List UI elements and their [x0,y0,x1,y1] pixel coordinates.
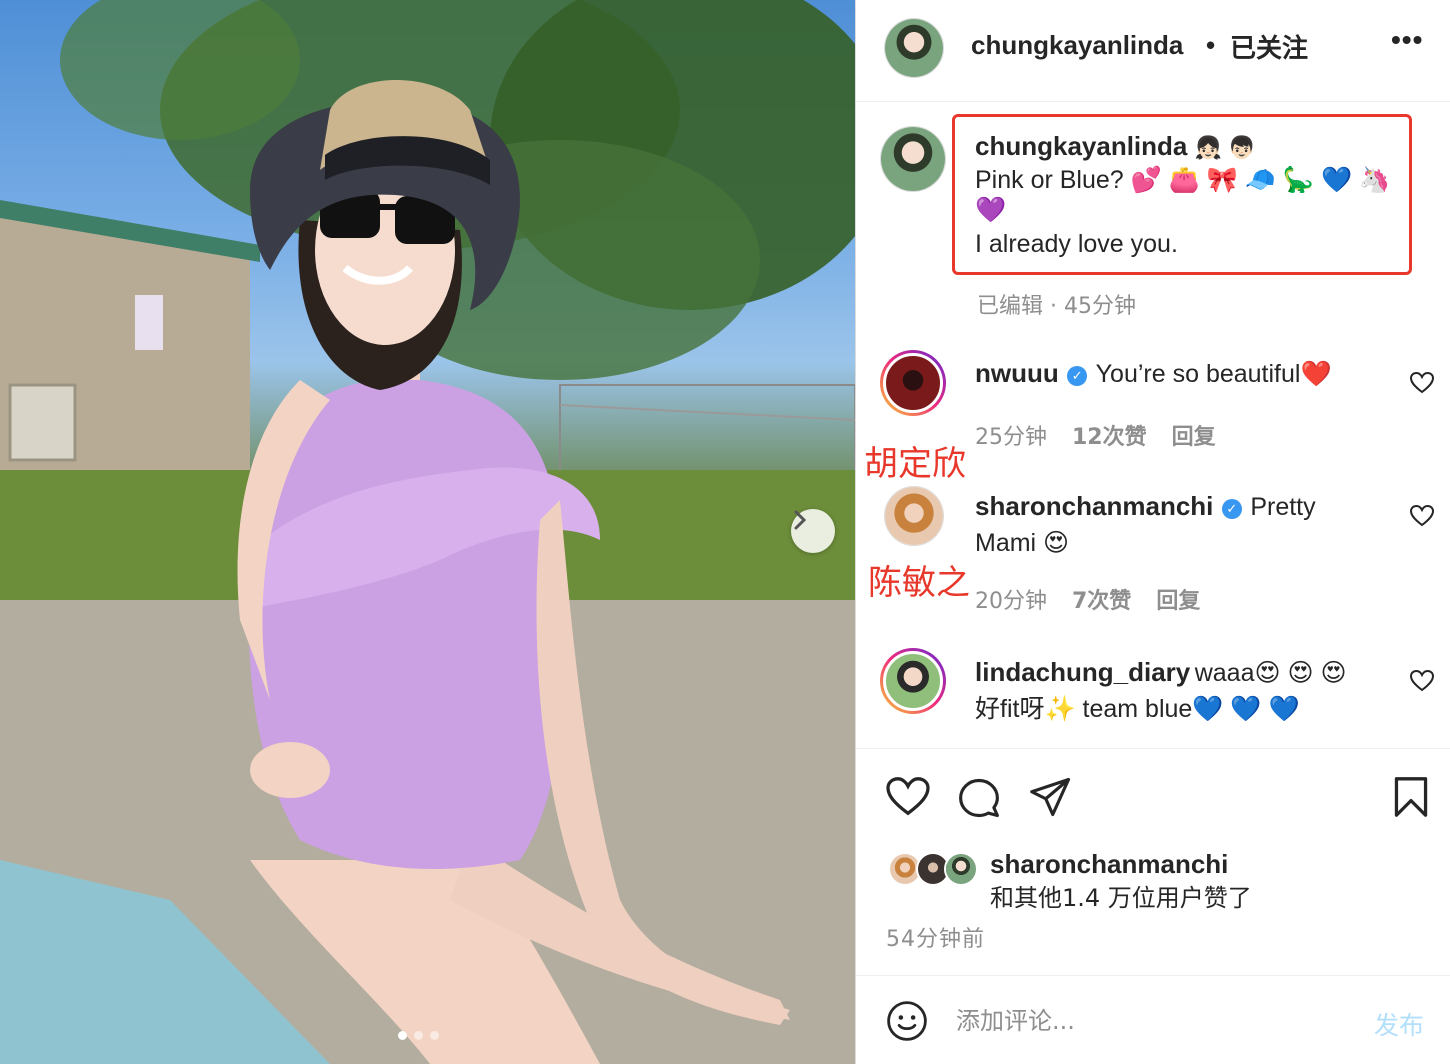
carousel-dot [398,1031,407,1040]
author-username[interactable]: chungkayanlinda [971,30,1183,61]
liked-by: sharonchanmanchi 和其他1.4 万位用户赞了 [990,848,1252,915]
post-time: 54分钟前 [886,927,985,952]
add-comment-bar: 发布 [856,976,1450,1064]
comment-body: lindachung_diary waaa😍 😍 😍 好fit呀✨ team b… [975,656,1395,729]
liked-by-count[interactable]: 和其他1.4 万位用户赞了 [990,884,1252,912]
comment-text-line-2: Mami 😍 [975,529,1070,557]
post-side-panel: chungkayanlinda • 已关注 ••• chungkayanlind… [855,0,1450,1064]
header-separator: • [1206,30,1216,60]
bookmark-icon[interactable] [1394,777,1428,822]
caption-username-emojis: 👧🏻 👦🏻 [1194,135,1256,160]
comment-like-icon[interactable] [1409,504,1435,532]
caption-avatar[interactable] [880,126,946,192]
comment-body: sharonchanmanchi ✓ Pretty Mami 😍 [975,490,1395,563]
name-annotation: 陈敏之 [868,563,970,603]
caption-meta: 已编辑 · 45分钟 [977,294,1136,319]
comment-text: Pretty [1250,493,1316,521]
comment-username[interactable]: sharonchanmanchi [975,491,1213,521]
caption-line-2: 💜 [975,196,1007,224]
caption-header: chungkayanlinda 👧🏻 👦🏻 [975,131,1256,162]
heart-icon[interactable] [886,777,930,822]
comment-like-icon[interactable] [1409,669,1435,697]
more-icon[interactable]: ••• [1391,24,1423,56]
next-photo-button[interactable] [791,509,835,553]
photo-illustration [0,0,855,1064]
reply-button[interactable]: 回复 [1156,589,1200,614]
verified-icon: ✓ [1221,499,1242,519]
caption-line-3: I already love you. [975,230,1178,258]
comment-meta: 20分钟 7次赞 回复 [975,583,1200,615]
comment-username[interactable]: lindachung_diary [975,657,1190,687]
comment-icon[interactable] [958,777,1000,824]
comment-input[interactable] [956,1004,1336,1038]
comment-text: You’re so beautiful❤️ [1095,360,1332,388]
comment-time: 25分钟 [975,425,1047,450]
post-photo[interactable] [0,0,855,1064]
carousel-dot [430,1031,439,1040]
comment-text-line-2: 好fit呀✨ team blue💙 💙 💙 [975,695,1300,723]
comment-avatar[interactable] [880,350,946,416]
comment-avatar[interactable] [884,486,944,546]
comment-body: nwuuu ✓ You’re so beautiful❤️ [975,358,1332,389]
comment-avatar[interactable] [880,648,946,714]
carousel-dots [398,1031,439,1040]
author-avatar[interactable] [884,18,944,78]
carousel-dot [414,1031,423,1040]
reply-button[interactable]: 回复 [1172,425,1216,450]
comment-time: 20分钟 [975,589,1047,614]
post-comment-button[interactable]: 发布 [1374,1006,1424,1042]
comment-username[interactable]: nwuuu [975,358,1059,388]
post-actions: sharonchanmanchi 和其他1.4 万位用户赞了 54分钟前 [856,748,1450,976]
verified-icon: ✓ [1067,366,1088,386]
caption-line-1: Pink or Blue? 💕 👛 🎀 🧢 🦕 💙 🦄 [975,166,1391,194]
emoji-icon[interactable] [886,1000,928,1047]
caption-username[interactable]: chungkayanlinda [975,131,1187,161]
post-header: chungkayanlinda • 已关注 ••• [856,0,1450,102]
comment-likes[interactable]: 7次赞 [1072,589,1131,614]
following-button[interactable]: 已关注 [1230,28,1308,65]
name-annotation: 胡定欣 [864,444,966,484]
comment-like-icon[interactable] [1409,371,1435,399]
liked-by-username[interactable]: sharonchanmanchi [990,849,1228,879]
comment-likes[interactable]: 12次赞 [1072,425,1147,450]
comment-meta: 25分钟 12次赞 回复 [975,419,1216,451]
liker-avatar [944,852,978,886]
comment-text: waaa😍 😍 😍 [1194,659,1347,687]
share-icon[interactable] [1030,777,1072,822]
